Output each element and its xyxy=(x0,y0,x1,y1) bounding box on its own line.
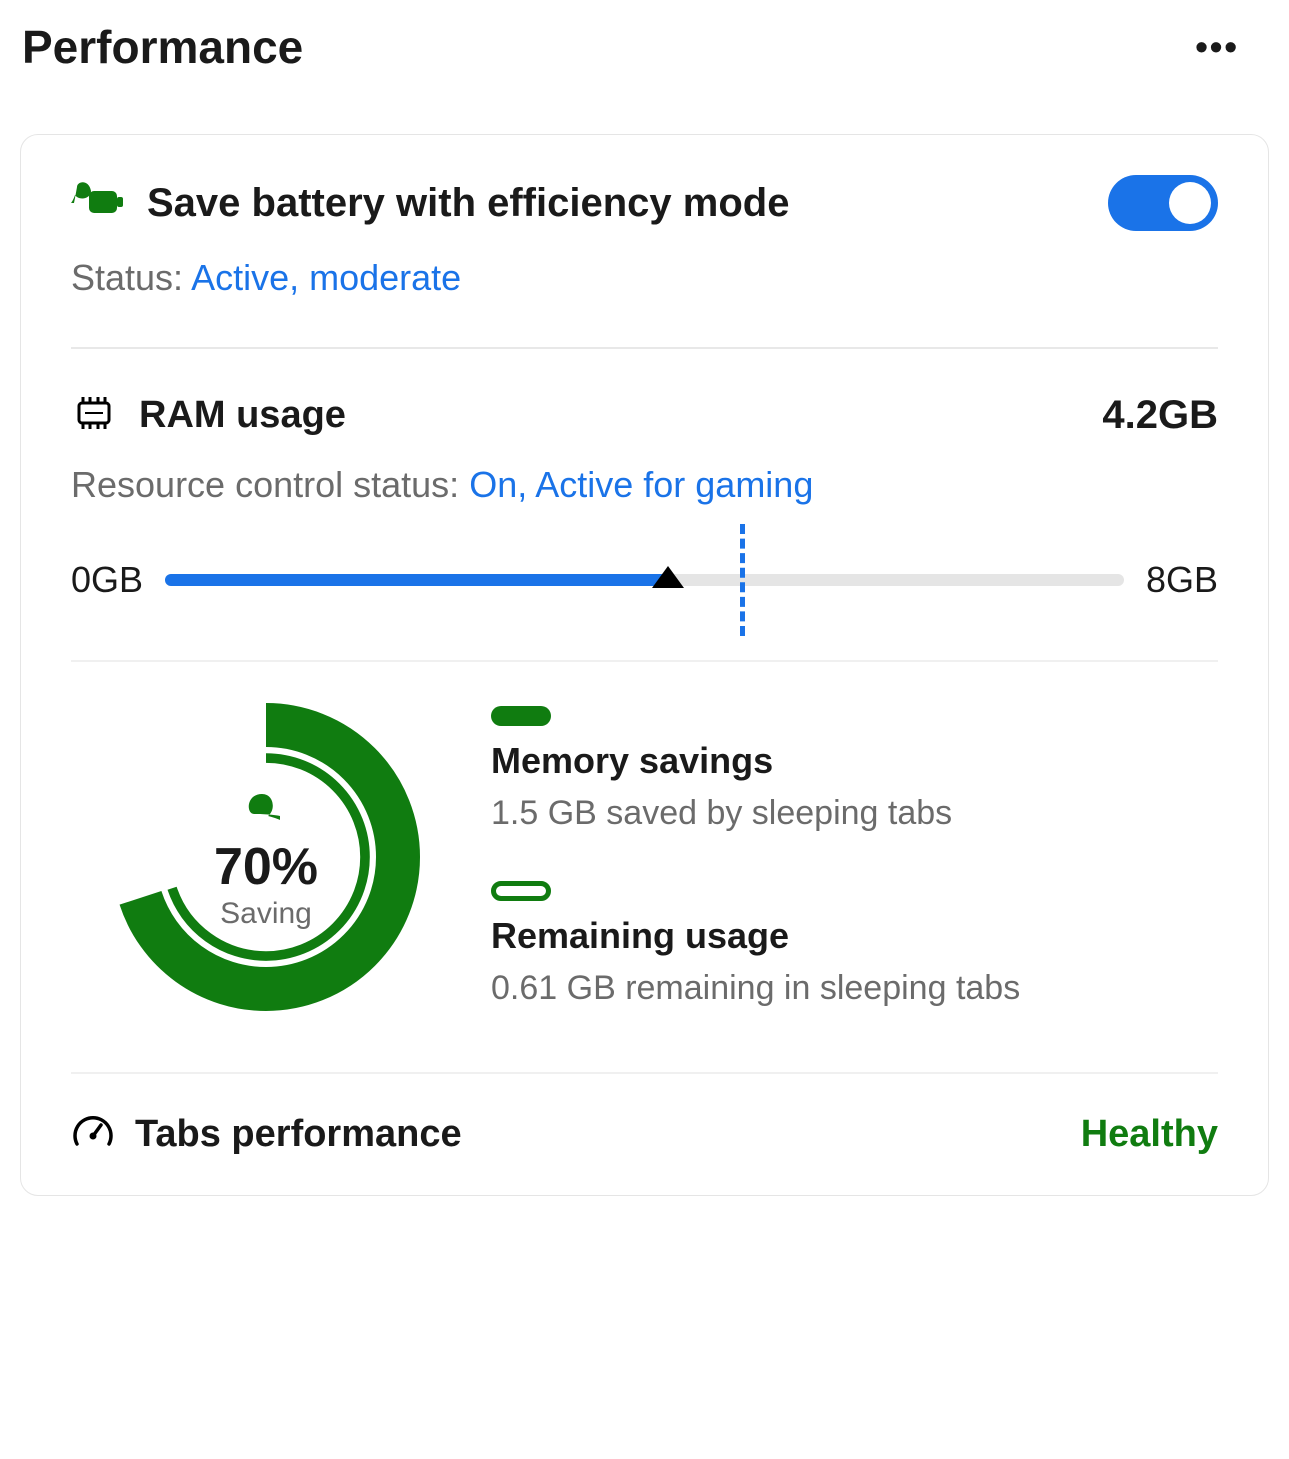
slider-min-label: 0GB xyxy=(71,559,143,601)
resource-label: Resource control status: xyxy=(71,464,469,505)
battery-status-link[interactable]: Active, moderate xyxy=(191,257,461,298)
slider-limit-marker xyxy=(740,524,745,636)
slider-current-indicator xyxy=(652,566,684,588)
slider-max-label: 8GB xyxy=(1146,559,1218,601)
efficiency-mode-toggle[interactable] xyxy=(1108,175,1218,231)
memory-savings-desc: 1.5 GB saved by sleeping tabs xyxy=(491,794,1218,833)
ram-usage-title: RAM usage xyxy=(139,394,346,437)
ram-slider[interactable] xyxy=(165,550,1124,610)
resource-control-line: Resource control status: On, Active for … xyxy=(71,464,1218,506)
chip-icon xyxy=(71,393,117,438)
tabs-performance-title: Tabs performance xyxy=(135,1113,462,1156)
performance-card: Save battery with efficiency mode Status… xyxy=(20,134,1269,1196)
tabs-performance-status: Healthy xyxy=(1081,1113,1218,1156)
savings-percent: 70% xyxy=(214,837,318,897)
battery-status-line: Status: Active, moderate xyxy=(71,257,1218,299)
remaining-usage-heading: Remaining usage xyxy=(491,915,1218,957)
status-label: Status: xyxy=(71,257,191,298)
page-title: Performance xyxy=(22,20,303,74)
ram-usage-value: 4.2GB xyxy=(1102,393,1218,438)
remaining-usage-legend-icon xyxy=(491,881,551,901)
savings-sublabel: Saving xyxy=(220,897,312,931)
remaining-usage-desc: 0.61 GB remaining in sleeping tabs xyxy=(491,969,1218,1008)
leaf-icon xyxy=(246,784,286,837)
battery-mode-title: Save battery with efficiency mode xyxy=(147,181,789,226)
divider xyxy=(71,347,1218,349)
savings-donut-chart: 70% Saving xyxy=(101,692,431,1022)
memory-savings-heading: Memory savings xyxy=(491,740,1218,782)
gauge-icon xyxy=(71,1110,115,1159)
memory-savings-legend-icon xyxy=(491,706,551,726)
more-options-button[interactable]: ••• xyxy=(1165,26,1269,68)
leaf-battery-icon xyxy=(71,181,123,226)
resource-control-link[interactable]: On, Active for gaming xyxy=(469,464,813,505)
